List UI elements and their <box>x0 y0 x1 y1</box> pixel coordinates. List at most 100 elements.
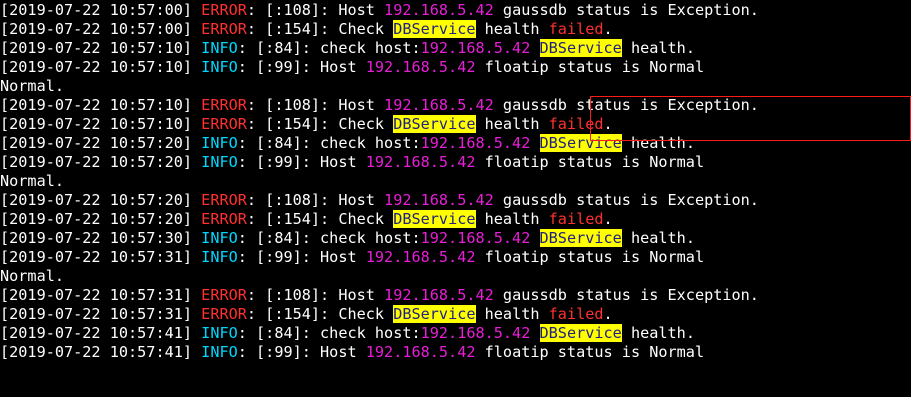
log-level-info: INFO <box>201 39 238 57</box>
ip-address: 192.168.5.42 <box>420 229 531 247</box>
log-line: [2019-07-22 10:57:30] INFO: [:84]: check… <box>0 229 759 248</box>
log-line: [2019-07-22 10:57:31] ERROR: [:154]: Che… <box>0 305 759 324</box>
failed-text: failed <box>548 210 604 228</box>
log-text: [2019-07-22 10:57:10] <box>0 96 202 114</box>
log-line: [2019-07-22 10:57:31] ERROR: [:108]: Hos… <box>0 286 759 305</box>
log-line: [2019-07-22 10:57:41] INFO: [:99]: Host … <box>0 343 759 362</box>
log-text: [2019-07-22 10:57:10] <box>0 58 202 76</box>
ip-address: 192.168.5.42 <box>365 58 476 76</box>
log-level-info: INFO <box>201 324 238 342</box>
log-text: [2019-07-22 10:57:31] <box>0 248 202 266</box>
log-text: : [:154]: Check <box>246 305 394 323</box>
log-text: gaussdb status is Exception. <box>493 1 759 19</box>
log-line: [2019-07-22 10:57:00] ERROR: [:108]: Hos… <box>0 1 759 20</box>
log-text: health <box>475 305 549 323</box>
log-text: health <box>475 210 549 228</box>
log-level-info: INFO <box>201 229 238 247</box>
terminal-output[interactable]: [2019-07-22 10:57:00] ERROR: [:108]: Hos… <box>0 0 911 397</box>
log-level-error: ERROR <box>201 191 247 209</box>
service-name-highlight: DBService <box>539 229 622 247</box>
service-name-highlight: DBService <box>393 210 476 228</box>
log-text: [2019-07-22 10:57:30] <box>0 229 202 247</box>
log-text: gaussdb status is Exception. <box>493 96 759 114</box>
log-text: health. <box>621 39 695 57</box>
log-text: [2019-07-22 10:57:31] <box>0 286 202 304</box>
service-name-highlight: DBService <box>539 324 622 342</box>
service-name-highlight: DBService <box>393 20 476 38</box>
log-text: health. <box>621 134 695 152</box>
log-text: floatip status is Normal <box>475 153 705 171</box>
ip-address: 192.168.5.42 <box>384 96 494 114</box>
log-text: : [:99]: Host <box>237 153 366 171</box>
ip-address: 192.168.5.42 <box>365 343 476 361</box>
log-text: [2019-07-22 10:57:20] <box>0 153 202 171</box>
log-text: . <box>603 115 613 133</box>
log-level-error: ERROR <box>201 210 247 228</box>
ip-address: 192.168.5.42 <box>420 134 531 152</box>
log-text: [2019-07-22 10:57:00] <box>0 1 202 19</box>
log-text: [2019-07-22 10:57:20] <box>0 134 202 152</box>
log-level-info: INFO <box>201 58 238 76</box>
log-text: health. <box>621 324 695 342</box>
service-name-highlight: DBService <box>393 305 476 323</box>
log-text: : [:108]: Host <box>246 191 385 209</box>
log-level-error: ERROR <box>201 305 247 323</box>
log-line: [2019-07-22 10:57:10] INFO: [:84]: check… <box>0 39 759 58</box>
ip-address: 192.168.5.42 <box>420 324 531 342</box>
log-text: : [:99]: Host <box>237 343 366 361</box>
failed-text: failed <box>548 20 604 38</box>
log-text: [2019-07-22 10:57:20] <box>0 210 202 228</box>
log-text: Normal. <box>0 77 65 95</box>
log-level-error: ERROR <box>201 286 247 304</box>
log-text: : [:84]: check host: <box>237 39 421 57</box>
log-text: [2019-07-22 10:57:20] <box>0 191 202 209</box>
log-text: : [:99]: Host <box>237 248 366 266</box>
ip-address: 192.168.5.42 <box>365 248 476 266</box>
log-text: Normal. <box>0 267 65 285</box>
log-level-error: ERROR <box>201 115 247 133</box>
log-text: [2019-07-22 10:57:10] <box>0 115 202 133</box>
log-level-error: ERROR <box>201 96 247 114</box>
log-line: [2019-07-22 10:57:20] INFO: [:84]: check… <box>0 134 759 153</box>
log-level-info: INFO <box>201 248 238 266</box>
log-line: [2019-07-22 10:57:20] INFO: [:99]: Host … <box>0 153 759 172</box>
service-name-highlight: DBService <box>393 115 476 133</box>
log-text: : [:154]: Check <box>246 20 394 38</box>
log-line: Normal. <box>0 172 759 191</box>
log-text: . <box>603 305 613 323</box>
service-name-highlight: DBService <box>539 134 622 152</box>
log-text: floatip status is Normal <box>475 58 705 76</box>
log-level-error: ERROR <box>201 20 247 38</box>
log-level-info: INFO <box>201 134 238 152</box>
log-text: : [:154]: Check <box>246 115 394 133</box>
failed-text: failed <box>548 115 604 133</box>
log-text: floatip status is Normal <box>475 343 705 361</box>
log-text: [2019-07-22 10:57:41] <box>0 343 202 361</box>
log-line: [2019-07-22 10:57:10] ERROR: [:108]: Hos… <box>0 96 759 115</box>
log-text: : [:108]: Host <box>246 1 385 19</box>
log-line: [2019-07-22 10:57:20] ERROR: [:154]: Che… <box>0 210 759 229</box>
log-text: health <box>475 20 549 38</box>
log-text: : [:154]: Check <box>246 210 394 228</box>
log-line: [2019-07-22 10:57:41] INFO: [:84]: check… <box>0 324 759 343</box>
log-text: : [:108]: Host <box>246 286 385 304</box>
log-level-info: INFO <box>201 343 238 361</box>
log-line: Normal. <box>0 77 759 96</box>
log-level-error: ERROR <box>201 1 247 19</box>
log-text: [2019-07-22 10:57:00] <box>0 20 202 38</box>
log-text: : [:108]: Host <box>246 96 385 114</box>
log-text: [2019-07-22 10:57:10] <box>0 39 202 57</box>
log-text: : [:99]: Host <box>237 58 366 76</box>
ip-address: 192.168.5.42 <box>365 153 476 171</box>
ip-address: 192.168.5.42 <box>420 39 531 57</box>
log-text: : [:84]: check host: <box>237 324 421 342</box>
ip-address: 192.168.5.42 <box>384 191 494 209</box>
log-text: gaussdb status is Exception. <box>493 191 759 209</box>
log-text: floatip status is Normal <box>475 248 705 266</box>
log-lines: [2019-07-22 10:57:00] ERROR: [:108]: Hos… <box>0 1 759 362</box>
service-name-highlight: DBService <box>539 39 622 57</box>
log-text: gaussdb status is Exception. <box>493 286 759 304</box>
